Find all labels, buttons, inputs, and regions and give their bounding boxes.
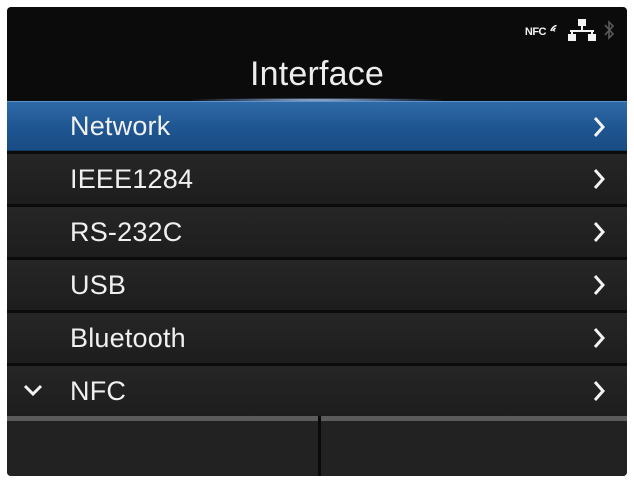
header: Interface: [7, 51, 627, 102]
chevron-right-icon: [593, 169, 605, 189]
menu-item-bluetooth[interactable]: Bluetooth: [7, 313, 627, 363]
network-icon: [567, 18, 597, 47]
chevron-right-icon: [593, 275, 605, 295]
menu-item-label: Bluetooth: [70, 322, 186, 353]
menu-item-rs232c[interactable]: RS-232C: [7, 207, 627, 257]
device-frame: NFC Interface Network IEEE1284 RS-232C U…: [0, 0, 634, 481]
status-bar: NFC: [525, 18, 615, 47]
chevron-right-icon: [593, 328, 605, 348]
menu-item-usb[interactable]: USB: [7, 260, 627, 310]
menu-item-ieee1284[interactable]: IEEE1284: [7, 154, 627, 204]
chevron-right-icon: [593, 381, 605, 401]
nfc-icon: NFC: [525, 25, 561, 39]
chevron-right-icon: [593, 117, 605, 137]
bluetooth-icon: [603, 18, 615, 47]
softkey-left[interactable]: [7, 416, 318, 476]
menu-item-label: IEEE1284: [70, 163, 194, 194]
menu-item-label: NFC: [70, 375, 127, 406]
menu-item-label: USB: [70, 269, 127, 300]
chevron-right-icon: [593, 222, 605, 242]
scroll-down-icon[interactable]: [23, 383, 43, 397]
nfc-status-label: NFC: [524, 26, 547, 38]
menu-item-label: RS-232C: [70, 216, 183, 247]
interface-menu: Network IEEE1284 RS-232C USB Bluetooth N…: [7, 101, 627, 419]
menu-item-nfc[interactable]: NFC: [7, 366, 627, 416]
softkey-bar: [7, 416, 627, 476]
page-title: Interface: [249, 55, 385, 93]
softkey-right[interactable]: [321, 416, 627, 476]
printer-display: NFC Interface Network IEEE1284 RS-232C U…: [7, 7, 627, 476]
menu-item-network[interactable]: Network: [7, 101, 627, 151]
menu-item-label: Network: [70, 110, 171, 141]
